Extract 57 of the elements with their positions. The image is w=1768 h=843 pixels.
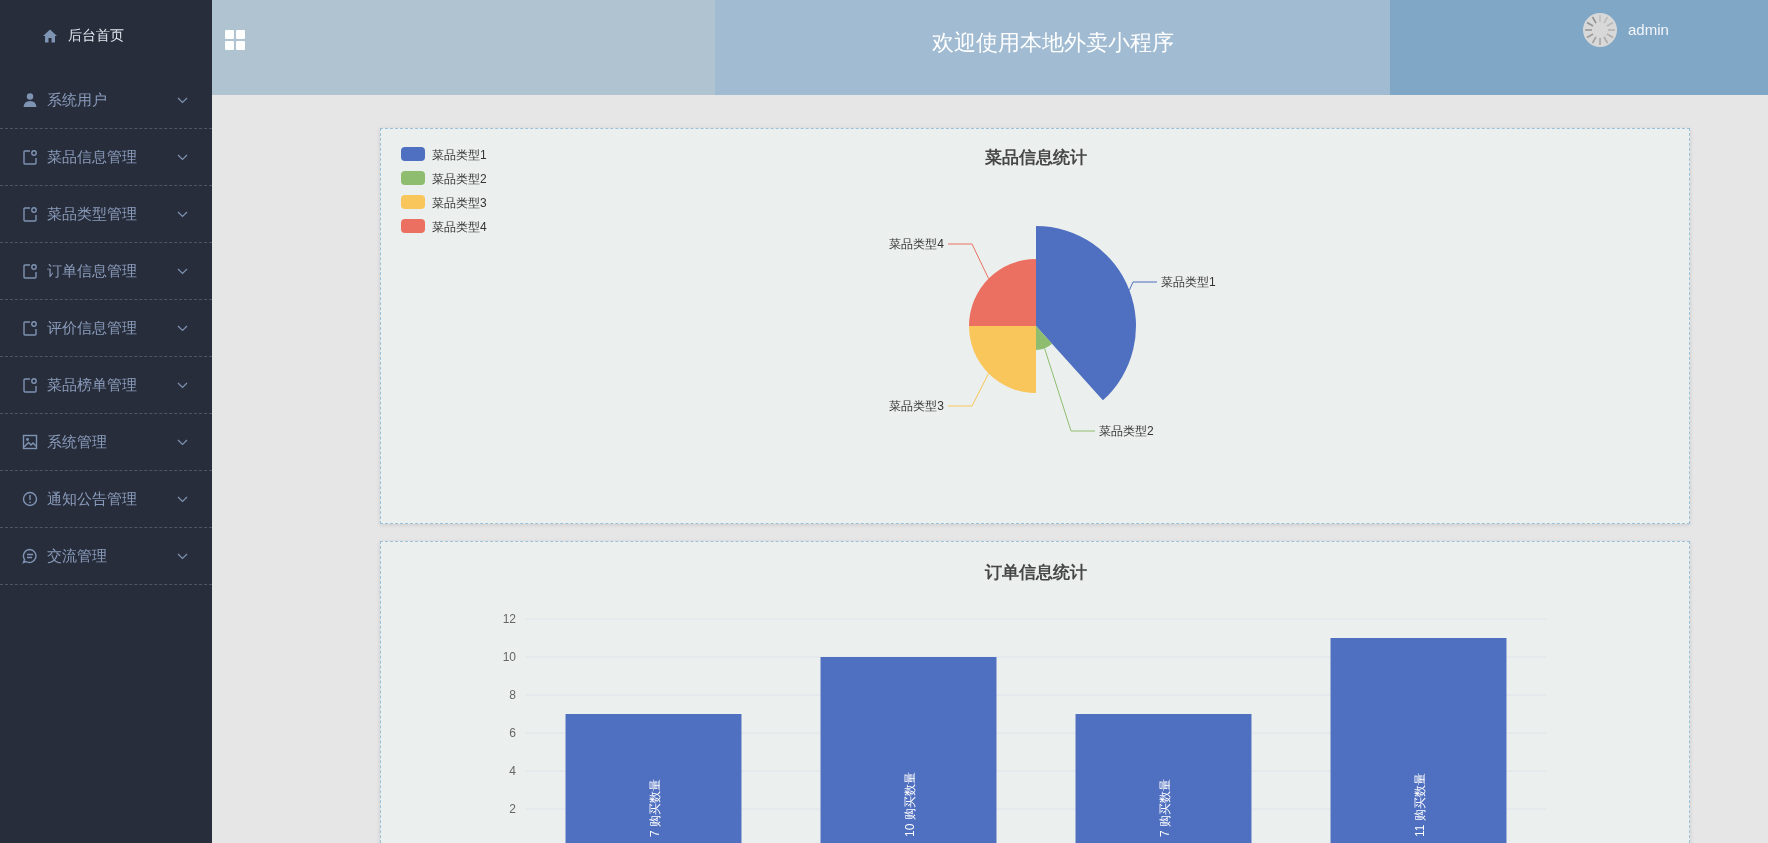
chevron-down-icon	[177, 438, 188, 446]
image-icon	[22, 434, 38, 450]
chevron-down-icon	[177, 381, 188, 389]
alert-icon	[22, 491, 38, 507]
leader-line	[947, 372, 990, 407]
legend-label[interactable]: 菜品类型2	[432, 172, 487, 186]
bar-value-label: 7 购买数量	[647, 778, 662, 837]
chevron-down-icon	[177, 96, 188, 104]
grid-menu-icon[interactable]	[224, 28, 246, 51]
user-icon	[22, 92, 38, 108]
legend-swatch[interactable]	[401, 195, 425, 209]
pie-slice[interactable]	[969, 259, 1036, 326]
pie-slice[interactable]	[1036, 226, 1136, 401]
document-icon	[22, 263, 38, 279]
bar[interactable]	[1075, 714, 1252, 843]
legend-label[interactable]: 菜品类型1	[432, 148, 487, 162]
home-icon	[42, 28, 58, 44]
leader-line	[947, 243, 990, 280]
slice-label: 菜品类型3	[889, 399, 944, 413]
legend-label[interactable]: 菜品类型4	[432, 220, 487, 234]
chevron-down-icon	[177, 552, 188, 560]
slice-label: 菜品类型1	[1161, 275, 1216, 289]
document-icon	[22, 149, 38, 165]
legend-swatch[interactable]	[401, 219, 425, 233]
axis-tick-label: 10	[502, 650, 516, 664]
axis-tick-label: 8	[509, 688, 516, 702]
page-title: 欢迎使用本地外卖小程序	[931, 28, 1174, 57]
bar-value-label: 11 购买数量	[1412, 773, 1427, 837]
document-icon	[22, 377, 38, 393]
leader-line	[1128, 281, 1158, 291]
home-link[interactable]: 后台首页	[68, 27, 124, 45]
document-icon	[22, 206, 38, 222]
axis-tick-label: 4	[509, 764, 516, 778]
legend-swatch[interactable]	[401, 147, 425, 161]
chevron-down-icon	[177, 153, 188, 161]
avatar-icon[interactable]	[1582, 12, 1618, 48]
chevron-down-icon	[177, 210, 188, 218]
bar-value-label: 7 购买数量	[1157, 778, 1172, 837]
chevron-down-icon	[177, 324, 188, 332]
axis-tick-label: 2	[509, 802, 516, 816]
slice-label: 菜品类型2	[1099, 424, 1154, 438]
chart-title: 订单信息统计	[985, 563, 1087, 582]
legend-label[interactable]: 菜品类型3	[432, 196, 487, 210]
axis-tick-label: 12	[502, 612, 516, 626]
slice-label: 菜品类型4	[889, 237, 944, 251]
chevron-down-icon	[177, 495, 188, 503]
bar[interactable]	[565, 714, 742, 843]
bar[interactable]	[1330, 638, 1507, 843]
document-icon	[22, 320, 38, 336]
chevron-down-icon	[177, 267, 188, 275]
legend-swatch[interactable]	[401, 171, 425, 185]
bar-value-label: 10 购买数量	[902, 772, 917, 837]
bar[interactable]	[820, 657, 997, 843]
axis-tick-label: 6	[509, 726, 516, 740]
pie-slice[interactable]	[1036, 326, 1053, 350]
chart-title: 菜品信息统计	[985, 148, 1087, 167]
chat-icon	[22, 548, 38, 564]
